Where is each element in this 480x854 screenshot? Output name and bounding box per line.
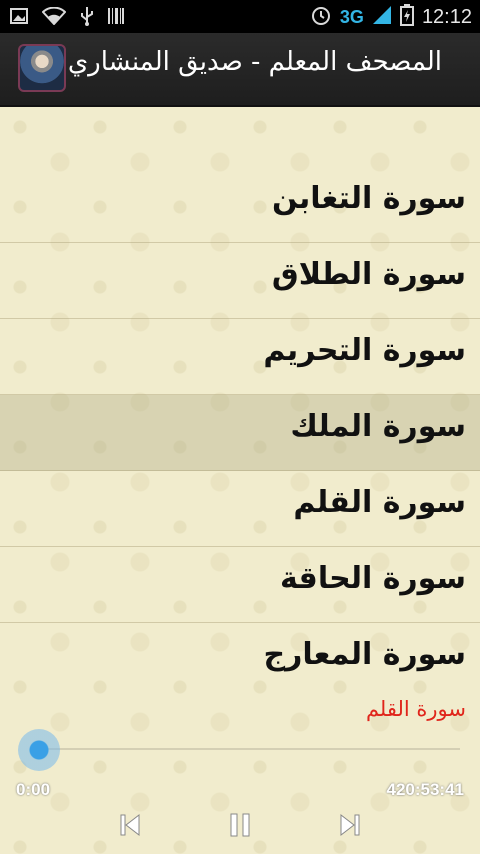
clock: 12:12 (421, 6, 472, 28)
usb-icon (80, 6, 94, 31)
pause-button[interactable] (220, 809, 260, 845)
seek-thumb[interactable] (18, 729, 60, 771)
picture-icon (10, 8, 28, 29)
status-bar: 3G 12:12 (0, 0, 480, 33)
barcode-icon (108, 7, 124, 30)
current-time: 0:00 (16, 780, 51, 799)
list-item-label: سورة التحريم (263, 333, 466, 368)
network-type: 3G (339, 7, 364, 27)
skip-next-icon (335, 810, 365, 844)
surah-list[interactable]: سورة التغابن سورة الطلاق سورة التحريم سو… (0, 167, 480, 699)
now-playing-title: سورة القلم (365, 697, 466, 721)
status-right-icons: 3G 12:12 (310, 4, 472, 31)
list-item-selected[interactable]: سورة الملك (0, 395, 480, 471)
pause-icon (225, 810, 255, 844)
skip-previous-icon (115, 810, 145, 844)
alarm-icon (310, 4, 332, 31)
list-item-label: سورة التغابن (272, 181, 466, 216)
list-item[interactable]: سورة المعارج (0, 623, 480, 699)
list-item-label: سورة المعارج (263, 637, 467, 672)
list-item[interactable]: سورة التغابن (0, 167, 480, 243)
content-area: سورة التغابن سورة الطلاق سورة التحريم سو… (0, 107, 480, 854)
battery-charging-icon (399, 4, 414, 31)
list-item[interactable]: سورة القلم (0, 471, 480, 547)
app-icon[interactable] (18, 44, 66, 92)
list-item-label: سورة القلم (293, 485, 466, 520)
list-item-label: سورة الطلاق (271, 257, 466, 292)
signal-icon (372, 5, 392, 30)
seek-bar[interactable] (30, 748, 460, 750)
list-item[interactable]: سورة الحاقة (0, 547, 480, 623)
next-button[interactable] (330, 809, 370, 845)
list-item[interactable]: سورة التحريم (0, 319, 480, 395)
list-item-label: سورة الحاقة (279, 561, 466, 596)
list-item[interactable]: سورة الطلاق (0, 243, 480, 319)
list-item-label: سورة الملك (290, 409, 466, 444)
action-bar: المصحف المعلم - صديق المنشاري (0, 33, 480, 107)
status-left-icons (10, 6, 124, 31)
duration-time: 420:53:41 (386, 780, 464, 799)
wifi-icon (41, 6, 67, 30)
previous-button[interactable] (110, 809, 150, 845)
app-title: المصحف المعلم - صديق المنشاري (67, 47, 442, 77)
